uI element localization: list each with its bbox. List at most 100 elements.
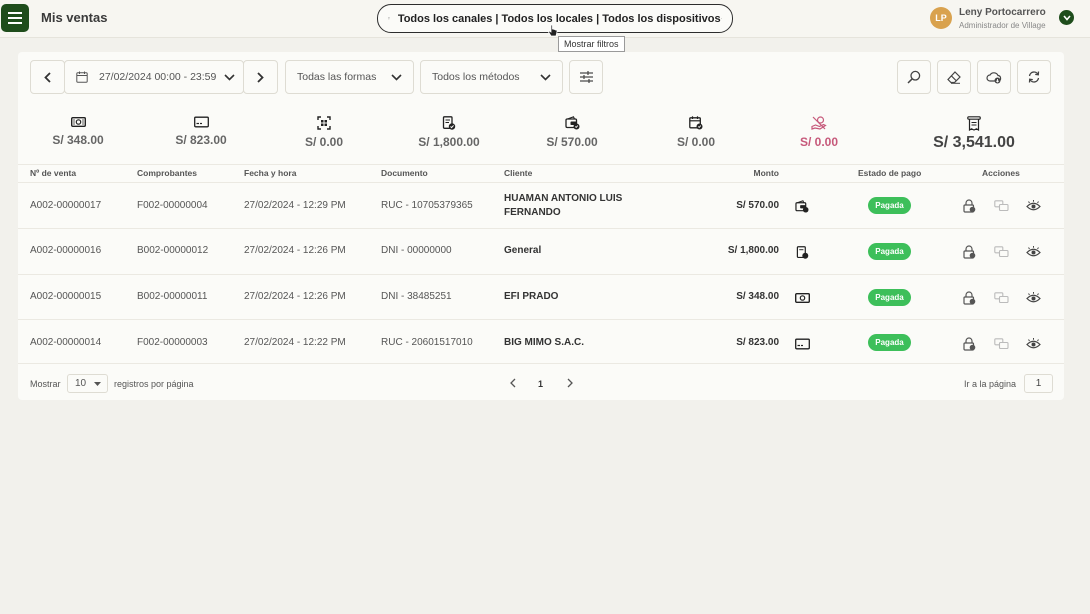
per-page-label: registros por página <box>114 379 194 389</box>
cloud-download-icon <box>986 71 1002 83</box>
column-header-receipt: Comprobantes <box>137 168 197 178</box>
advanced-filters-button[interactable] <box>569 60 603 94</box>
summary-credit: S/ 0.00 <box>759 116 879 149</box>
lock-action-button[interactable] <box>961 290 977 306</box>
cell-receipt[interactable]: B002-00000011 <box>137 291 207 302</box>
cell-sale-number[interactable]: A002-00000016 <box>30 245 101 256</box>
cell-client: EFI PRADO <box>504 291 559 302</box>
status-badge: Pagada <box>868 243 911 260</box>
cell-sale-number[interactable]: A002-00000015 <box>30 291 101 302</box>
card-icon <box>794 338 810 350</box>
chevron-right-icon <box>567 378 573 388</box>
summary-cash: S/ 348.00 <box>18 116 138 147</box>
goto-page-label: Ir a la página <box>964 379 1017 389</box>
show-filters-tooltip: Mostrar filtros <box>558 36 625 52</box>
search-button[interactable] <box>897 60 931 94</box>
user-menu-button[interactable] <box>1059 10 1074 25</box>
status-badge: Pagada <box>868 197 911 214</box>
next-page-button[interactable] <box>562 375 578 391</box>
chevron-left-icon <box>510 378 516 388</box>
menu-button[interactable] <box>1 4 29 32</box>
transfer-doc-icon <box>796 245 808 259</box>
search-icon <box>907 70 921 84</box>
show-label: Mostrar <box>30 379 61 389</box>
cloud-download-button[interactable] <box>977 60 1011 94</box>
cell-document: RUC - 20601517010 <box>381 337 473 348</box>
resend-action-button[interactable] <box>993 336 1009 352</box>
eye-icon <box>1025 245 1041 256</box>
cell-datetime: 27/02/2024 - 12:26 PM <box>244 245 346 256</box>
divider <box>18 164 1064 165</box>
cell-document: DNI - 38485251 <box>381 291 452 302</box>
view-action-button[interactable] <box>1025 336 1041 352</box>
calendar-icon <box>76 71 88 83</box>
cell-client: General <box>504 245 542 256</box>
row-divider <box>18 274 1064 275</box>
payment-method-indicator <box>794 290 810 306</box>
avatar[interactable]: LP <box>930 7 952 29</box>
payment-method-value: Todos los métodos <box>432 71 520 83</box>
chevron-down-icon <box>720 18 722 19</box>
eraser-icon <box>947 70 961 84</box>
wallet-icon <box>795 199 809 213</box>
cell-receipt[interactable]: B002-00000012 <box>137 245 208 256</box>
current-page[interactable]: 1 <box>538 379 543 389</box>
column-header-actions: Acciones <box>982 168 1020 178</box>
payment-method-select[interactable]: Todos los métodos <box>420 60 563 94</box>
cell-receipt[interactable]: F002-00000004 <box>137 200 208 211</box>
sliders-icon <box>579 71 593 83</box>
cell-receipt[interactable]: F002-00000003 <box>137 337 208 348</box>
cell-client-line2: FERNANDO <box>504 207 561 218</box>
next-day-button[interactable] <box>243 60 278 94</box>
chat-icon <box>993 292 1009 304</box>
summary-value: S/ 1,800.00 <box>418 135 480 149</box>
summary-qr: S/ 0.00 <box>264 116 384 149</box>
cell-document: RUC - 10705379365 <box>381 200 473 211</box>
chevron-down-icon <box>540 74 551 81</box>
previous-day-button[interactable] <box>30 60 65 94</box>
cash-icon <box>70 117 86 127</box>
status-badge: Pagada <box>868 289 911 306</box>
refresh-button[interactable] <box>1017 60 1051 94</box>
summary-card: S/ 823.00 <box>141 116 261 147</box>
filter-summary-text: Todos los canales | Todos los locales | … <box>397 12 721 25</box>
summary-value: S/ 0.00 <box>676 135 716 149</box>
lock-action-button[interactable] <box>961 336 977 352</box>
view-action-button[interactable] <box>1025 198 1041 214</box>
goto-page-input[interactable]: 1 <box>1024 374 1053 393</box>
summary-value: S/ 570.00 <box>546 135 598 149</box>
chevron-down-icon <box>224 73 235 81</box>
refresh-icon <box>1028 71 1040 83</box>
payment-form-value: Todas las formas <box>297 71 377 83</box>
sales-panel: 27/02/2024 00:00 - 23:59 Todas las forma… <box>18 52 1064 400</box>
lock-action-button[interactable] <box>961 244 977 260</box>
cell-sale-number[interactable]: A002-00000014 <box>30 337 101 348</box>
view-action-button[interactable] <box>1025 244 1041 260</box>
chat-icon <box>993 246 1009 258</box>
resend-action-button[interactable] <box>993 290 1009 306</box>
cash-icon <box>794 293 810 303</box>
clear-filters-button[interactable] <box>937 60 971 94</box>
payment-method-indicator <box>794 336 810 352</box>
cell-sale-number[interactable]: A002-00000017 <box>30 200 101 211</box>
summary-value: S/ 823.00 <box>175 133 227 147</box>
cell-datetime: 27/02/2024 - 12:22 PM <box>244 337 346 348</box>
lock-action-button[interactable] <box>961 198 977 214</box>
payment-form-select[interactable]: Todas las formas <box>285 60 414 94</box>
chevron-down-icon <box>1062 14 1071 21</box>
cell-client: HUAMAN ANTONIO LUIS <box>504 193 623 204</box>
chevron-right-icon <box>257 71 264 83</box>
resend-action-button[interactable] <box>993 244 1009 260</box>
column-header-client: Cliente <box>504 168 533 178</box>
view-action-button[interactable] <box>1025 290 1041 306</box>
previous-page-button[interactable] <box>505 375 521 391</box>
column-header-sale-number: Nº de venta <box>30 168 77 178</box>
per-page-select[interactable]: 10 <box>67 374 108 393</box>
eye-icon <box>1025 199 1041 210</box>
date-range-picker[interactable]: 27/02/2024 00:00 - 23:59 <box>64 60 244 94</box>
cell-amount: S/ 570.00 <box>736 200 779 211</box>
resend-action-button[interactable] <box>993 198 1009 214</box>
divider <box>18 182 1064 183</box>
cell-client: BIG MIMO S.A.C. <box>504 337 584 348</box>
caret-down-icon <box>94 382 101 386</box>
